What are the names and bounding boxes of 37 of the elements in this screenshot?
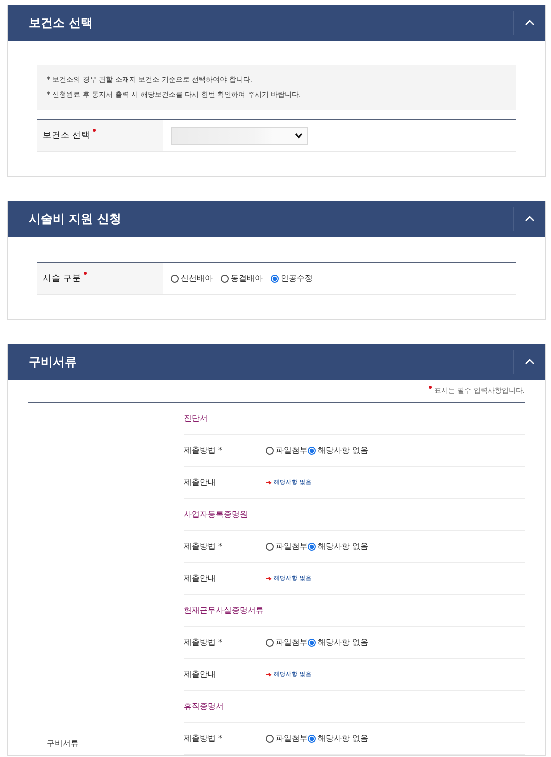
guide-label: 제출안내 [184,477,217,488]
method-label: 제출방법 * [184,541,224,552]
field-label: 시술 구분 [37,263,163,294]
arrow-icon [266,480,272,484]
chevron-up-icon [524,20,534,26]
radio-option[interactable]: 해당사항 없음 [308,445,369,456]
radio-option[interactable]: 신선배아 [171,273,213,284]
guide-label: 제출안내 [184,573,217,584]
document-title: 현재근무사실증명서류 [184,605,264,616]
radio-option[interactable]: 파일첨부 [266,541,308,552]
panel-title: 시술비 지원 신청 [29,210,122,228]
method-label: 제출방법 * [184,733,224,744]
arrow-icon [266,672,272,676]
radio-option[interactable]: 파일첨부 [266,637,308,648]
radio-option[interactable]: 해당사항 없음 [308,541,369,552]
method-label: 제출방법 * [184,637,224,648]
chevron-up-icon [524,216,534,222]
document-title: 휴직증명서 [184,701,224,712]
group-label: 구비서류 [47,738,79,749]
guide-label: 제출안내 [184,669,217,680]
chevron-down-icon [295,132,303,138]
document-title: 사업자등록증명원 [184,509,248,520]
document-title: 진단서 [184,413,208,424]
radio-option[interactable]: 해당사항 없음 [308,637,369,648]
field-label: 보건소 선택 [37,120,163,151]
radio-option[interactable]: 파일첨부 [266,733,308,744]
radio-option[interactable]: 해당사항 없음 [308,733,369,744]
radio-option[interactable]: 파일첨부 [266,445,308,456]
radio-option[interactable]: 동결배아 [221,273,263,284]
panel-title: 구비서류 [29,354,77,370]
radio-option[interactable]: 인공수정 [271,273,313,284]
method-label: 제출방법 * [184,445,224,456]
panel-title: 보건소 선택 [29,14,94,32]
required-dot-icon [429,386,432,389]
select-field[interactable] [171,126,308,144]
arrow-icon [266,576,272,580]
chevron-up-icon [524,359,534,365]
